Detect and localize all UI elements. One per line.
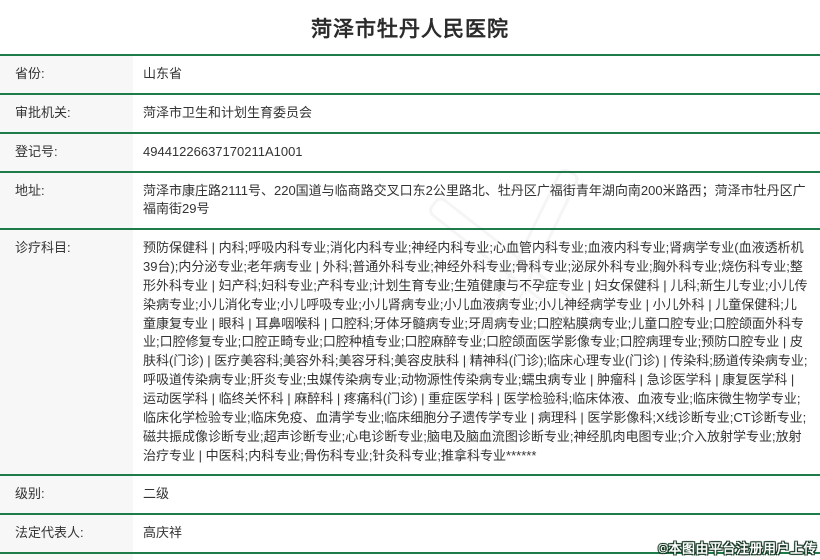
page-title: 菏泽市牡丹人民医院 (0, 0, 820, 54)
row-label: 地址: (0, 173, 133, 229)
row-value: 预防保健科 | 内科;呼吸内科专业;消化内科专业;神经内科专业;心血管内科专业;… (133, 230, 820, 474)
row-address: 地址: 菏泽市康庄路2111号、220国道与临商路交叉口东2公里路北、牡丹区广福… (0, 173, 820, 231)
row-label: 登记号: (0, 134, 133, 171)
row-level: 级别: 二级 (0, 476, 820, 515)
row-value: 菏泽市卫生和计划生育委员会 (133, 95, 820, 132)
row-value: 二级 (133, 476, 820, 513)
row-medical-departments: 诊疗科目: 预防保健科 | 内科;呼吸内科专业;消化内科专业;神经内科专业;心血… (0, 230, 820, 476)
row-label: 法定代表人: (0, 515, 133, 552)
info-table: 省份: 山东省 审批机关: 菏泽市卫生和计划生育委员会 登记号: 4944122… (0, 54, 820, 560)
row-label: 审批机关: (0, 95, 133, 132)
row-registration-number: 登记号: 49441226637170211A1001 (0, 134, 820, 173)
row-approval-authority: 审批机关: 菏泽市卫生和计划生育委员会 (0, 95, 820, 134)
row-value: 菏泽市康庄路2111号、220国道与临商路交叉口东2公里路北、牡丹区广福街青年湖… (133, 173, 820, 229)
row-label: 省份: (0, 56, 133, 93)
hospital-info-page: 菏泽市牡丹人民医院 省份: 山东省 审批机关: 菏泽市卫生和计划生育委员会 登记… (0, 0, 820, 560)
row-label: 诊疗科目: (0, 230, 133, 474)
row-value: 49441226637170211A1001 (133, 134, 820, 171)
row-value: 山东省 (133, 56, 820, 93)
row-label: 主要负责人: (0, 554, 133, 560)
row-province: 省份: 山东省 (0, 56, 820, 95)
row-label: 级别: (0, 476, 133, 513)
footer-watermark: ©本图由平台注册用户上传 (658, 538, 817, 557)
